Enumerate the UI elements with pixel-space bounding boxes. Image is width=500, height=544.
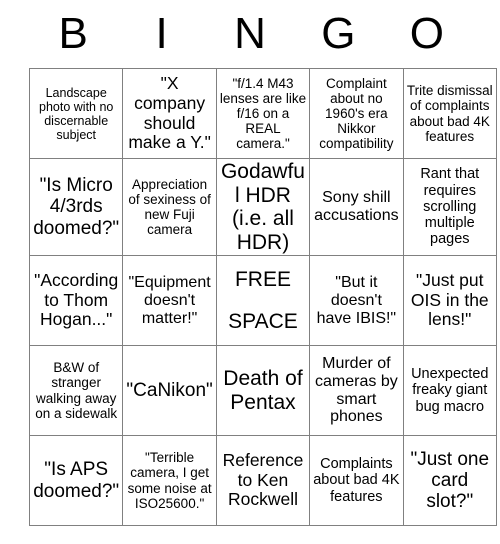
bingo-cell-text: Complaint about no 1960's era Nikkor com…	[319, 75, 394, 152]
bingo-cell-text: Unexpected freaky giant bug macro	[411, 366, 489, 415]
bingo-cell[interactable]: FREE SPACE	[215, 255, 311, 347]
bingo-cell-text: Trite dismissal of complaints about bad …	[406, 83, 493, 144]
bingo-cell-text: Murder of cameras by smart phones	[315, 354, 398, 426]
bingo-cell[interactable]: Complaint about no 1960's era Nikkor com…	[309, 68, 404, 159]
bingo-header-letter-g: G	[321, 9, 356, 58]
bingo-cell-text: "Just put OIS in the lens!"	[410, 270, 489, 330]
bingo-row: Landscape photo with no discernable subj…	[28, 68, 497, 159]
bingo-cell[interactable]: "f/1.4 M43 lenses are like f/16 on a REA…	[215, 68, 311, 159]
bingo-cell[interactable]: Godawful HDR (i.e. all HDR)	[215, 157, 311, 257]
bingo-header: B I N G O	[29, 0, 471, 68]
bingo-card: B I N G O Landscape photo with no discer…	[28, 0, 497, 527]
bingo-cell[interactable]: "Is APS doomed?"	[28, 435, 124, 527]
bingo-cell-text: "Terrible camera, I get some noise at IS…	[127, 450, 212, 511]
bingo-cell-text: B&W of stranger walking away on a sidewa…	[35, 360, 118, 421]
bingo-cell-text: Appreciation of sexiness of new Fuji cam…	[128, 176, 211, 238]
bingo-cell[interactable]: Appreciation of sexiness of new Fuji cam…	[122, 157, 217, 257]
free-space-line-1: FREE	[234, 268, 291, 292]
bingo-cell-text: Reference to Ken Rockwell	[222, 450, 304, 510]
bingo-cell[interactable]: "Terrible camera, I get some noise at IS…	[122, 435, 217, 527]
bingo-cell[interactable]: Reference to Ken Rockwell	[215, 435, 311, 527]
bingo-cell-text: "Is APS doomed?"	[33, 459, 120, 502]
free-space-gap	[219, 292, 307, 310]
bingo-row: "According to Thom Hogan..." "Equipment d…	[28, 255, 497, 347]
free-space-label: FREE SPACE	[219, 268, 307, 332]
free-space-line-2: SPACE	[228, 309, 298, 333]
bingo-grid: Landscape photo with no discernable subj…	[28, 68, 497, 527]
bingo-cell-text: "CaNikon"	[126, 379, 213, 401]
bingo-cell[interactable]: Trite dismissal of complaints about bad …	[402, 68, 497, 159]
bingo-cell[interactable]: Murder of cameras by smart phones	[309, 345, 404, 437]
bingo-cell[interactable]: "Is Micro 4/3rds doomed?"	[28, 157, 124, 257]
bingo-cell-text: "But it doesn't have IBIS!"	[316, 273, 397, 327]
bingo-cell[interactable]: "Just put OIS in the lens!"	[402, 255, 497, 347]
bingo-cell[interactable]: "But it doesn't have IBIS!"	[309, 255, 404, 347]
bingo-cell[interactable]: B&W of stranger walking away on a sidewa…	[28, 345, 124, 437]
bingo-cell-text: Complaints about bad 4K features	[313, 456, 400, 505]
bingo-cell[interactable]: "X company should make a Y."	[122, 68, 217, 159]
bingo-cell-text: Landscape photo with no discernable subj…	[39, 85, 114, 142]
bingo-cell-text: "Is Micro 4/3rds doomed?"	[33, 175, 120, 239]
bingo-cell[interactable]: "According to Thom Hogan..."	[28, 255, 124, 347]
bingo-cell[interactable]: Sony shill accusations	[309, 157, 404, 257]
bingo-header-letter-n: N	[234, 9, 266, 58]
bingo-cell[interactable]: Complaints about bad 4K features	[309, 435, 404, 527]
bingo-cell[interactable]: Landscape photo with no discernable subj…	[28, 68, 124, 159]
bingo-cell[interactable]: Death of Pentax	[215, 345, 311, 437]
bingo-header-letter-o: O	[409, 9, 444, 58]
bingo-cell-text: Death of Pentax	[223, 367, 303, 414]
bingo-cell-text: "According to Thom Hogan..."	[34, 270, 119, 330]
bingo-cell-text: "Just one card slot?"	[410, 448, 490, 513]
bingo-header-letter-b: B	[58, 9, 88, 58]
bingo-cell-text: "X company should make a Y."	[128, 73, 211, 153]
bingo-cell[interactable]: "Equipment doesn't matter!"	[122, 255, 217, 347]
bingo-cell[interactable]: Rant that requires scrolling multiple pa…	[402, 157, 497, 257]
bingo-cell-text: Sony shill accusations	[314, 189, 399, 225]
bingo-cell-text: Rant that requires scrolling multiple pa…	[420, 166, 480, 248]
bingo-cell-text: "f/1.4 M43 lenses are like f/16 on a REA…	[219, 75, 307, 152]
bingo-header-letter-i: I	[155, 9, 168, 58]
bingo-cell-text: Godawful HDR (i.e. all HDR)	[220, 160, 305, 254]
bingo-cell[interactable]: "Just one card slot?"	[402, 435, 497, 527]
bingo-cell-text: "Equipment doesn't matter!"	[128, 273, 211, 327]
bingo-row: B&W of stranger walking away on a sidewa…	[28, 345, 497, 437]
bingo-cell[interactable]: "CaNikon"	[122, 345, 217, 437]
bingo-row: "Is APS doomed?" "Terrible camera, I get …	[28, 435, 497, 527]
bingo-row: "Is Micro 4/3rds doomed?" Appreciation of…	[28, 157, 497, 257]
bingo-cell[interactable]: Unexpected freaky giant bug macro	[402, 345, 497, 437]
